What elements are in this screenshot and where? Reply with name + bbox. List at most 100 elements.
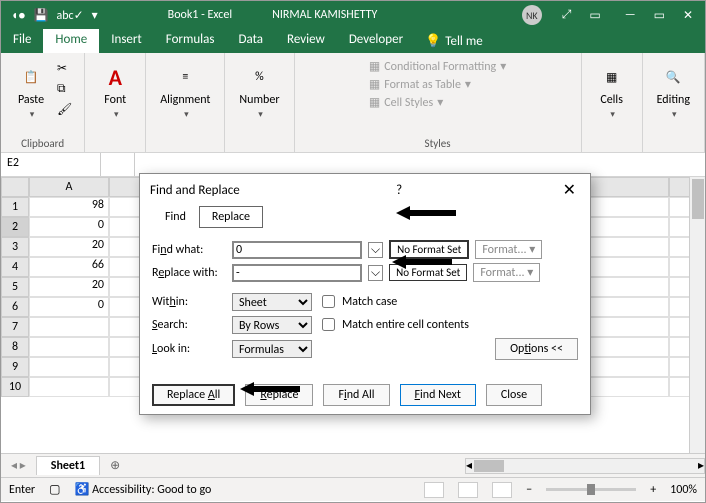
zoom-level[interactable]: 100%: [670, 483, 697, 497]
cell[interactable]: [589, 337, 669, 357]
replace-all-button[interactable]: Replace All: [152, 384, 235, 406]
add-sheet-button[interactable]: ⊕: [100, 458, 130, 473]
horizontal-scrollbar[interactable]: ◂▸: [465, 458, 705, 474]
close-window-button[interactable]: ✕: [683, 8, 693, 23]
cell[interactable]: [589, 297, 669, 317]
col-header[interactable]: [589, 177, 669, 197]
row-header[interactable]: 4: [1, 257, 29, 277]
scrollbar-thumb[interactable]: [474, 460, 504, 472]
replace-format-button[interactable]: Format... ▾: [473, 263, 540, 282]
tell-me-search[interactable]: 💡 Tell me: [415, 29, 493, 53]
scrollbar-thumb[interactable]: [692, 179, 704, 219]
row-header[interactable]: 2: [1, 217, 29, 237]
dialog-tab-replace[interactable]: Replace: [199, 206, 263, 228]
cell[interactable]: 0: [29, 217, 109, 237]
cell[interactable]: [589, 237, 669, 257]
cell[interactable]: 0: [29, 297, 109, 317]
row-header[interactable]: 1: [1, 197, 29, 217]
find-format-button[interactable]: Format... ▾: [475, 240, 542, 259]
normal-view-button[interactable]: [424, 482, 444, 498]
cell[interactable]: [589, 277, 669, 297]
find-all-button[interactable]: Find All: [323, 384, 389, 406]
cell[interactable]: [589, 217, 669, 237]
zoom-slider[interactable]: [546, 488, 636, 491]
tab-home[interactable]: Home: [43, 29, 99, 53]
alignment-button[interactable]: ≡ Alignment: [154, 57, 216, 125]
options-button[interactable]: Options <<: [495, 338, 578, 360]
col-header-A[interactable]: A: [29, 177, 109, 197]
cell[interactable]: [29, 377, 109, 397]
match-contents-checkbox[interactable]: Match entire cell contents: [318, 315, 469, 334]
find-what-input[interactable]: [232, 241, 362, 259]
number-button[interactable]: % Number: [233, 57, 285, 125]
row-header[interactable]: 8: [1, 337, 29, 357]
match-case-checkbox[interactable]: Match case: [318, 292, 397, 311]
zoom-out-button[interactable]: −: [526, 483, 532, 497]
sheet-tab-sheet1[interactable]: Sheet1: [36, 456, 100, 475]
spellcheck-icon[interactable]: abc✓: [56, 8, 83, 23]
select-all-corner[interactable]: [1, 177, 29, 197]
page-break-view-button[interactable]: [492, 482, 512, 498]
cell-styles-button[interactable]: ▦Cell Styles ▾: [369, 95, 506, 110]
zoom-in-button[interactable]: +: [650, 483, 656, 497]
cell[interactable]: [29, 317, 109, 337]
cell[interactable]: 20: [29, 237, 109, 257]
cell[interactable]: [29, 357, 109, 377]
minimize-button[interactable]: —: [625, 8, 636, 23]
cell[interactable]: 20: [29, 277, 109, 297]
font-button[interactable]: A Font: [93, 57, 137, 125]
tab-insert[interactable]: Insert: [99, 29, 154, 53]
replace-with-dropdown[interactable]: ⌵: [368, 265, 383, 281]
tab-formulas[interactable]: Formulas: [154, 29, 227, 53]
search-select[interactable]: By Rows: [232, 316, 312, 334]
name-box[interactable]: E2: [1, 153, 101, 176]
vertical-scrollbar[interactable]: [689, 177, 705, 453]
copy-icon[interactable]: ⧉: [57, 82, 72, 96]
tab-file[interactable]: File: [1, 29, 43, 53]
cell[interactable]: 66: [29, 257, 109, 277]
ribbon-display-icon[interactable]: ⤢: [562, 8, 572, 22]
conditional-formatting-button[interactable]: ▦Conditional Formatting ▾: [369, 59, 506, 74]
dialog-close-button[interactable]: ✕: [559, 180, 580, 200]
page-layout-view-button[interactable]: [458, 482, 478, 498]
macro-record-icon[interactable]: ▢: [49, 482, 60, 497]
dialog-close-action-button[interactable]: Close: [486, 384, 542, 406]
format-as-table-button[interactable]: ▦Format as Table ▾: [369, 77, 506, 92]
format-painter-icon[interactable]: 🖌: [57, 102, 72, 117]
autosave-toggle[interactable]: ◖●: [11, 8, 26, 23]
qa-dropdown-icon[interactable]: ▾: [92, 8, 98, 23]
editing-button[interactable]: 🔍 Editing: [651, 57, 696, 125]
tab-data[interactable]: Data: [226, 29, 275, 53]
find-what-dropdown[interactable]: ⌵: [368, 242, 383, 258]
row-header[interactable]: 10: [1, 377, 29, 397]
cell[interactable]: 98: [29, 197, 109, 217]
row-header[interactable]: 9: [1, 357, 29, 377]
minimize-ribbon-icon[interactable]: ▭: [589, 8, 600, 23]
tab-developer[interactable]: Developer: [337, 29, 415, 53]
dialog-tab-find[interactable]: Find: [152, 206, 199, 228]
within-select[interactable]: Sheet: [232, 293, 312, 311]
row-header[interactable]: 5: [1, 277, 29, 297]
avatar[interactable]: NK: [522, 5, 542, 25]
restore-button[interactable]: ▭: [654, 8, 665, 23]
paste-button[interactable]: 📋 Paste: [9, 57, 53, 125]
cell[interactable]: [589, 197, 669, 217]
cells-button[interactable]: ▦ Cells: [590, 57, 634, 125]
cell[interactable]: [589, 377, 669, 397]
dialog-help-button[interactable]: ?: [388, 183, 410, 198]
cell[interactable]: [589, 257, 669, 277]
cell[interactable]: [589, 357, 669, 377]
accessibility-status[interactable]: ♿ Accessibility: Good to go: [74, 482, 211, 497]
row-header[interactable]: 6: [1, 297, 29, 317]
lookin-select[interactable]: Formulas: [232, 340, 312, 358]
find-next-button[interactable]: Find Next: [400, 384, 476, 406]
row-header[interactable]: 7: [1, 317, 29, 337]
cell[interactable]: [589, 317, 669, 337]
row-header[interactable]: 3: [1, 237, 29, 257]
cut-icon[interactable]: ✂: [57, 61, 72, 76]
replace-with-input[interactable]: [232, 264, 362, 282]
cell[interactable]: [29, 337, 109, 357]
tab-review[interactable]: Review: [275, 29, 337, 53]
sheet-nav-prev[interactable]: ◂ ▸: [1, 458, 36, 473]
save-icon[interactable]: 💾: [34, 8, 49, 23]
